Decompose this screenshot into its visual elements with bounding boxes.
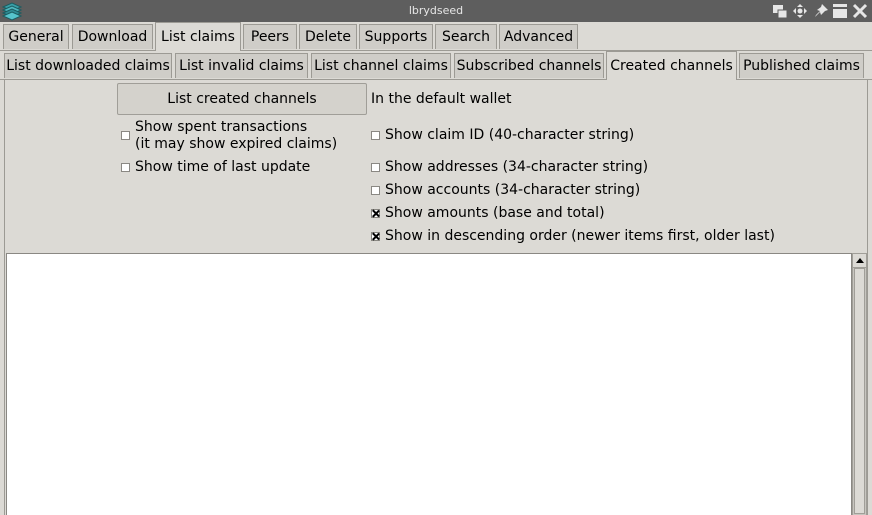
output-text-area[interactable] — [6, 253, 852, 515]
pin-icon[interactable] — [813, 3, 829, 19]
tab-published-claims[interactable]: Published claims — [739, 53, 864, 78]
sub-tab-bar: List downloaded claims List invalid clai… — [0, 51, 872, 80]
show-accounts-checkbox[interactable] — [371, 186, 380, 195]
scroll-thumb[interactable] — [854, 268, 865, 514]
move-icon[interactable] — [792, 3, 808, 19]
show-accounts-label[interactable]: Show accounts (34-character string) — [385, 182, 640, 198]
restore-icon[interactable] — [772, 3, 788, 19]
show-addresses-checkbox[interactable] — [371, 163, 380, 172]
tab-delete[interactable]: Delete — [299, 24, 357, 49]
tab-subscribed-channels[interactable]: Subscribed channels — [454, 53, 604, 78]
show-addresses-label[interactable]: Show addresses (34-character string) — [385, 159, 648, 175]
tab-peers[interactable]: Peers — [243, 24, 297, 49]
show-descending-label[interactable]: Show in descending order (newer items fi… — [385, 228, 775, 244]
tab-search[interactable]: Search — [435, 24, 497, 49]
vertical-scrollbar[interactable] — [852, 253, 867, 515]
main-tab-bar: General Download List claims Peers Delet… — [0, 22, 872, 51]
window-titlebar: lbrydseed — [0, 0, 872, 22]
tab-advanced[interactable]: Advanced — [499, 24, 578, 49]
tab-supports[interactable]: Supports — [359, 24, 433, 49]
close-icon[interactable] — [852, 3, 868, 19]
tab-list-downloaded-claims[interactable]: List downloaded claims — [4, 53, 172, 78]
tab-list-invalid-claims[interactable]: List invalid claims — [175, 53, 308, 78]
show-time-checkbox[interactable] — [121, 163, 130, 172]
show-spent-note[interactable]: (it may show expired claims) — [135, 136, 337, 152]
tab-created-channels[interactable]: Created channels — [606, 51, 737, 80]
tab-download[interactable]: Download — [72, 24, 153, 49]
show-claim-id-label[interactable]: Show claim ID (40-character string) — [385, 127, 634, 143]
wallet-label: In the default wallet — [371, 91, 512, 107]
tab-list-channel-claims[interactable]: List channel claims — [311, 53, 451, 78]
show-amounts-label[interactable]: Show amounts (base and total) — [385, 205, 605, 221]
maximize-icon[interactable] — [832, 3, 848, 19]
show-time-label[interactable]: Show time of last update — [135, 159, 310, 175]
show-spent-label[interactable]: Show spent transactions — [135, 119, 307, 135]
show-amounts-checkbox[interactable] — [371, 209, 380, 218]
scroll-up-arrow-icon[interactable] — [853, 254, 866, 268]
show-spent-checkbox[interactable] — [121, 131, 130, 140]
list-created-channels-button[interactable]: List created channels — [117, 83, 367, 115]
show-claim-id-checkbox[interactable] — [371, 131, 380, 140]
window-title: lbrydseed — [408, 4, 464, 17]
tab-list-claims[interactable]: List claims — [155, 22, 241, 51]
show-descending-checkbox[interactable] — [371, 232, 380, 241]
tab-general[interactable]: General — [3, 24, 69, 49]
